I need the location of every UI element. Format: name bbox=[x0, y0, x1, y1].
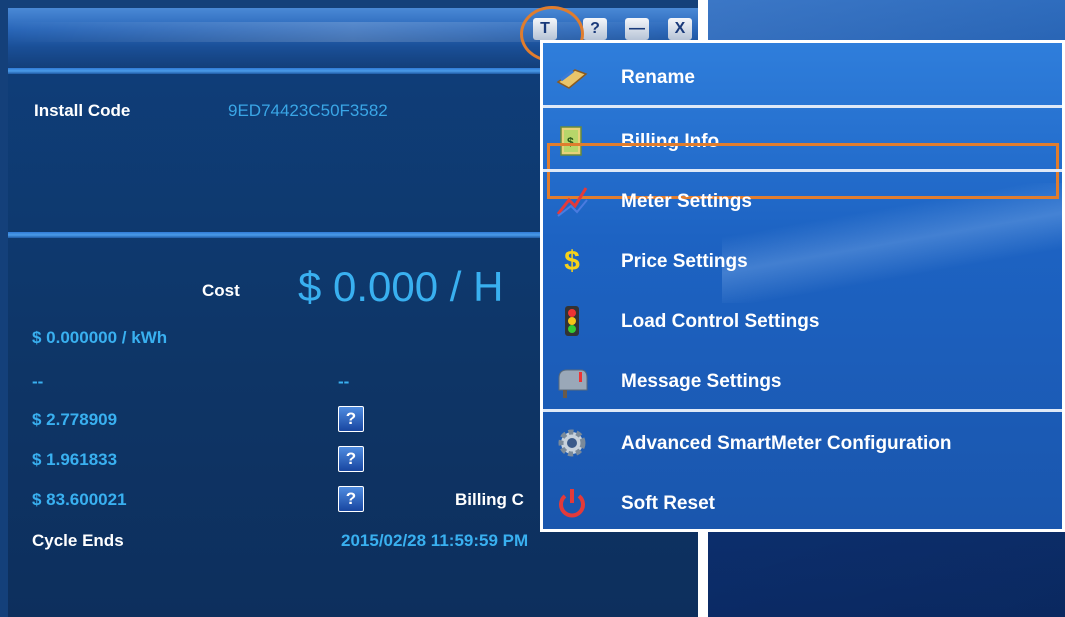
menu-item-label: Advanced SmartMeter Configuration bbox=[621, 433, 952, 454]
rename-icon bbox=[555, 60, 589, 94]
menu-item-meter-settings[interactable]: Meter Settings bbox=[543, 171, 1062, 231]
menu-item-rename[interactable]: Rename bbox=[543, 47, 1062, 107]
help-icon-3[interactable]: ? bbox=[338, 486, 364, 512]
menu-item-label: Message Settings bbox=[621, 371, 782, 392]
menu-separator bbox=[543, 409, 1062, 412]
install-code-label: Install Code bbox=[34, 101, 131, 120]
chart-arrow-icon bbox=[555, 184, 589, 218]
menu-item-label: Load Control Settings bbox=[621, 311, 820, 332]
menu-item-price-settings[interactable]: $ Price Settings bbox=[543, 231, 1062, 291]
dollar-icon: $ bbox=[564, 245, 580, 276]
value-row-1: $ 2.778909 bbox=[32, 410, 118, 429]
billing-partial-label: Billing C bbox=[455, 490, 524, 509]
menu-item-label: Rename bbox=[621, 67, 695, 88]
cost-label: Cost bbox=[202, 281, 240, 300]
power-icon bbox=[555, 486, 589, 520]
mailbox-icon bbox=[555, 364, 589, 398]
rate-value: $ 0.000000 / kWh bbox=[32, 328, 168, 347]
menu-item-message-settings[interactable]: Message Settings bbox=[543, 351, 1062, 411]
value-row-3: $ 83.600021 bbox=[32, 490, 127, 509]
menu-item-soft-reset[interactable]: Soft Reset bbox=[543, 473, 1062, 533]
menu-item-label: Meter Settings bbox=[621, 191, 752, 212]
cost-value: $ 0.000 / H bbox=[298, 263, 504, 310]
gear-icon bbox=[555, 426, 589, 460]
help-icon-1[interactable]: ? bbox=[338, 406, 364, 432]
value-row-2: $ 1.961833 bbox=[32, 450, 118, 469]
cycle-ends-value: 2015/02/28 11:59:59 PM bbox=[341, 531, 529, 550]
help-icon-2[interactable]: ? bbox=[338, 446, 364, 472]
tools-menu: Rename $ Billing Info Meter Settings $ P… bbox=[540, 40, 1065, 532]
minimize-button[interactable]: — bbox=[625, 18, 649, 40]
install-code-value: 9ED74423C50F3582 bbox=[228, 101, 388, 120]
help-button[interactable]: ? bbox=[583, 18, 607, 40]
menu-item-label: Soft Reset bbox=[621, 493, 715, 514]
menu-item-load-control-settings[interactable]: Load Control Settings bbox=[543, 291, 1062, 351]
dash-mid: -- bbox=[338, 372, 350, 391]
menu-item-advanced-smartmeter-configuration[interactable]: Advanced SmartMeter Configuration bbox=[543, 413, 1062, 473]
dash-left: -- bbox=[32, 372, 44, 391]
menu-item-label: Price Settings bbox=[621, 251, 748, 272]
menu-separator bbox=[543, 105, 1062, 108]
traffic-light-icon bbox=[555, 304, 589, 338]
close-button[interactable]: X bbox=[668, 18, 692, 40]
cycle-ends-label: Cycle Ends bbox=[32, 531, 124, 550]
